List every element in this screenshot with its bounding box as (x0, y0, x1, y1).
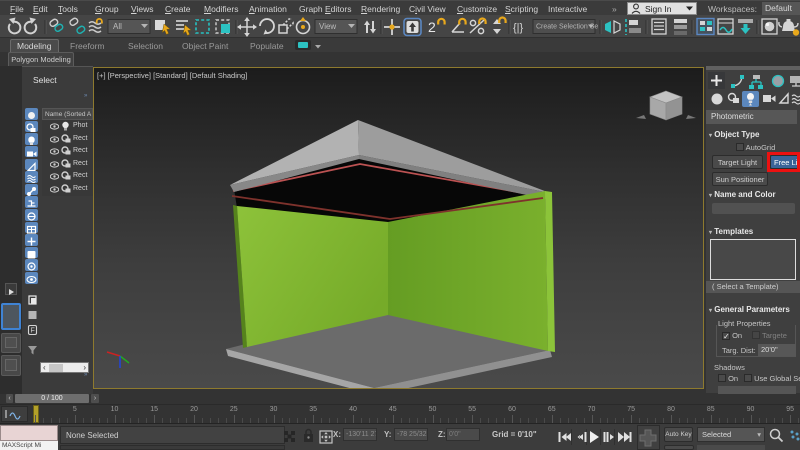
svg-text:All: All (113, 22, 122, 31)
svg-text:View: View (319, 22, 336, 31)
svg-text:2: 2 (428, 19, 436, 35)
svg-text:{|}: {|} (513, 22, 524, 34)
svg-text:F: F (31, 327, 35, 334)
